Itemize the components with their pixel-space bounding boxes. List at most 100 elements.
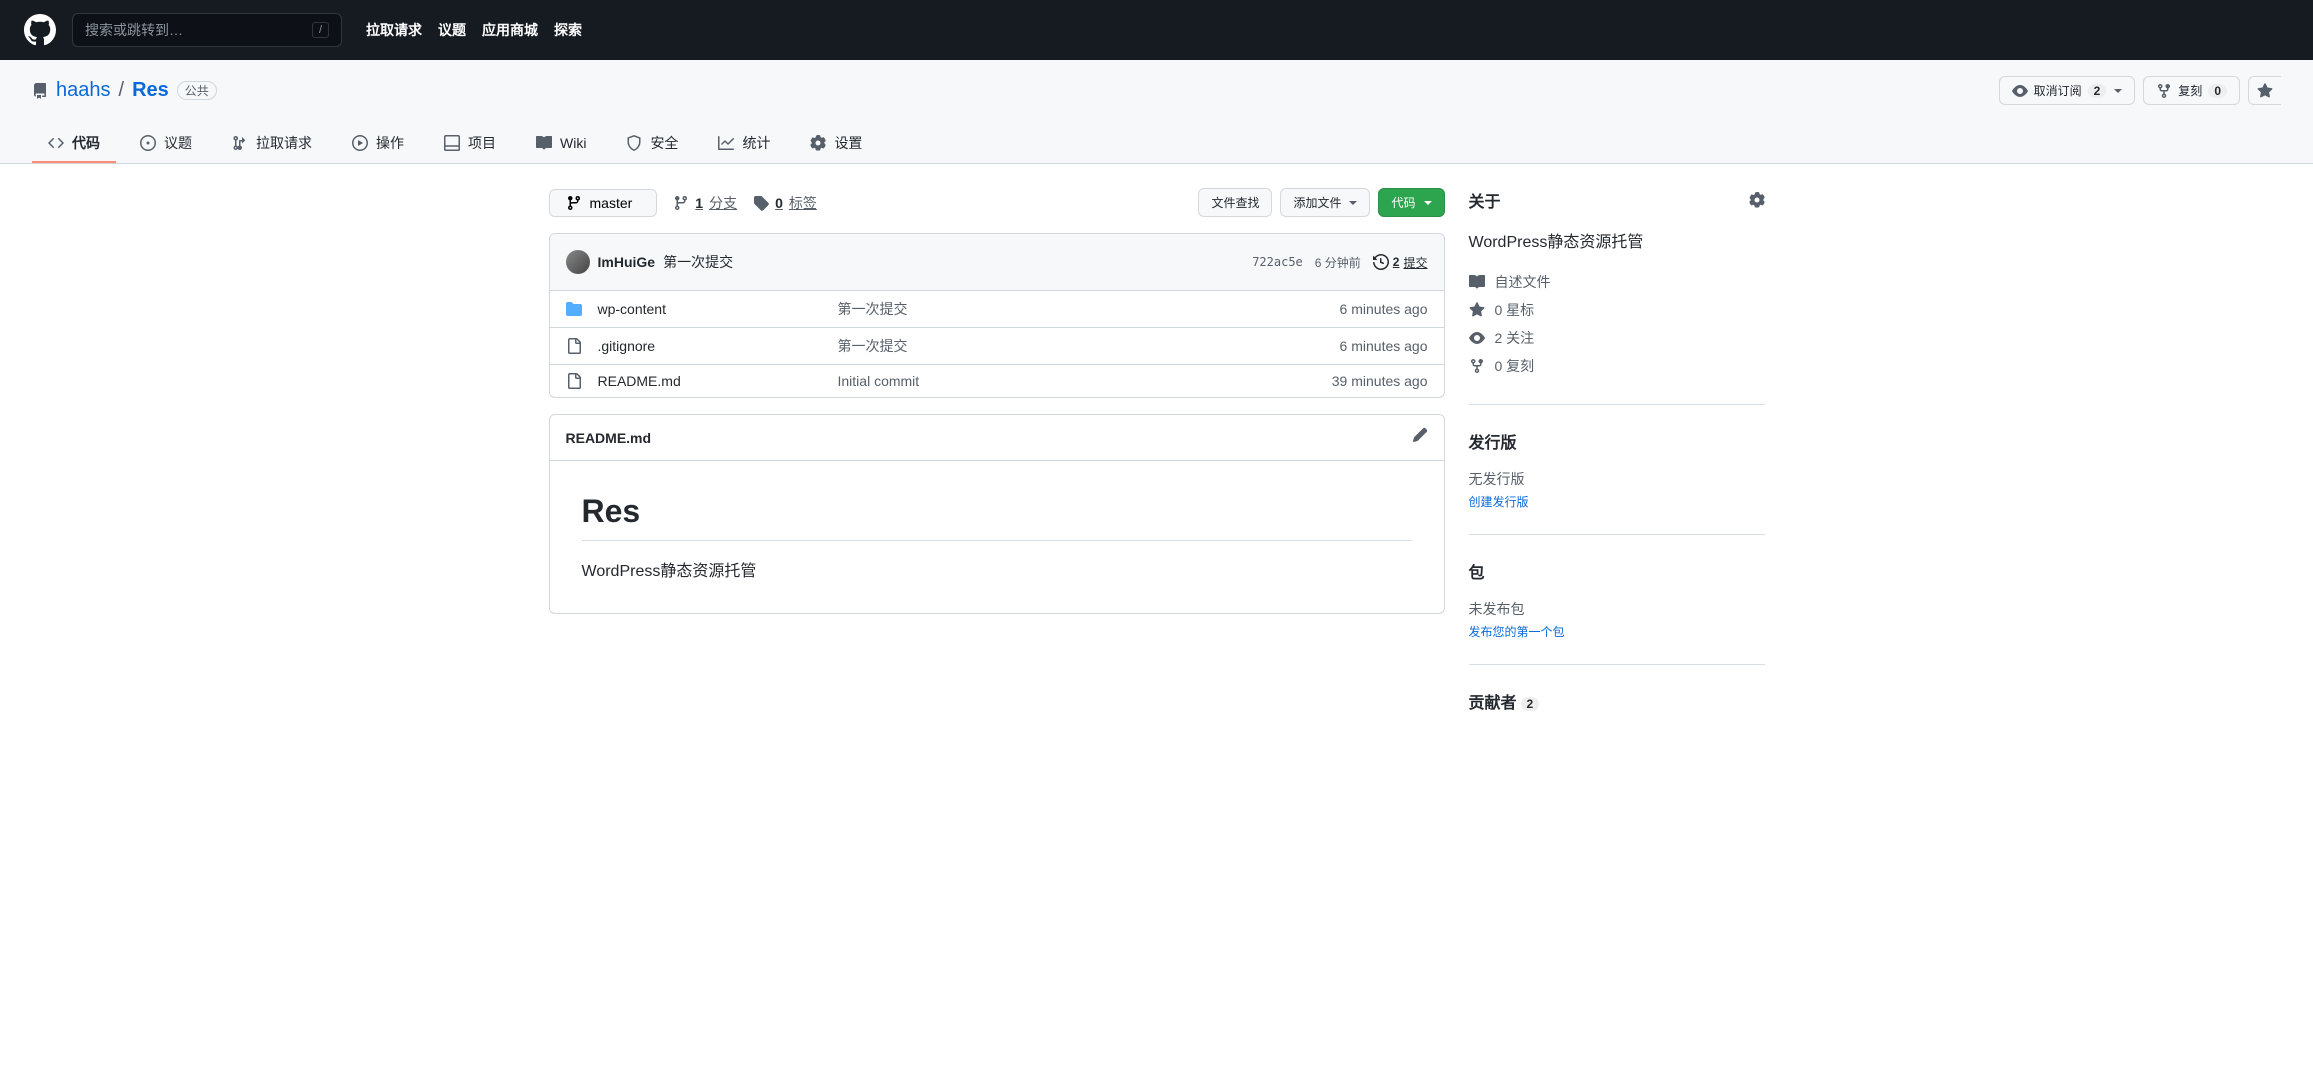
branch-icon (566, 195, 582, 211)
fork-icon (2156, 83, 2172, 99)
packages-empty: 未发布包 (1469, 599, 1765, 619)
branches-link[interactable]: 1 分支 (673, 193, 737, 213)
file-link[interactable]: README.md (598, 373, 681, 389)
fork-button[interactable]: 复刻 0 (2143, 76, 2240, 105)
find-file-button[interactable]: 文件查找 (1198, 188, 1272, 217)
issue-icon (140, 135, 156, 151)
tab-settings[interactable]: 设置 (794, 125, 878, 163)
tab-wiki[interactable]: Wiki (520, 125, 602, 163)
nav-pull-requests[interactable]: 拉取请求 (366, 20, 422, 40)
packages-title: 包 (1469, 559, 1485, 583)
chevron-down-icon (1349, 201, 1357, 205)
table-row: wp-content 第一次提交 6 minutes ago (550, 291, 1444, 328)
create-release-link[interactable]: 创建发行版 (1469, 493, 1765, 510)
file-icon (566, 373, 582, 389)
book-icon (1469, 274, 1485, 290)
watchers-link[interactable]: 2 关注 (1495, 328, 1535, 348)
play-icon (352, 135, 368, 151)
breadcrumb-separator: / (119, 79, 125, 102)
tab-pull-requests[interactable]: 拉取请求 (216, 125, 328, 163)
readme-filename[interactable]: README.md (566, 430, 652, 446)
contributors-count: 2 (1521, 697, 1540, 711)
readme-body-text: WordPress静态资源托管 (582, 557, 1412, 581)
tags-link[interactable]: 0 标签 (753, 193, 817, 213)
releases-empty: 无发行版 (1469, 469, 1765, 489)
readme-panel: README.md Res WordPress静态资源托管 (549, 414, 1445, 614)
about-description: WordPress静态资源托管 (1469, 228, 1765, 252)
edit-readme-button[interactable] (1412, 427, 1428, 448)
tab-code[interactable]: 代码 (32, 125, 116, 163)
tag-icon (753, 195, 769, 211)
about-title: 关于 (1469, 188, 1501, 212)
about-section: 关于 WordPress静态资源托管 自述文件 0 星标 2 关注 0 复刻 (1469, 188, 1765, 405)
avatar[interactable] (566, 250, 590, 274)
eye-icon (1469, 330, 1485, 346)
search-input[interactable]: 搜索或跳转到… / (72, 13, 342, 47)
star-icon (1469, 302, 1485, 318)
file-link[interactable]: wp-content (598, 301, 666, 317)
search-slash-badge: / (312, 22, 329, 38)
repo-name-link[interactable]: Res (132, 79, 169, 102)
repo-header: haahs / Res 公共 取消订阅 2 复刻 0 代码 议题 拉取请求 (0, 60, 2313, 164)
nav-issues[interactable]: 议题 (438, 20, 466, 40)
search-placeholder: 搜索或跳转到… (85, 20, 183, 40)
forks-link[interactable]: 0 复刻 (1495, 356, 1535, 376)
table-row: .gitignore 第一次提交 6 minutes ago (550, 328, 1444, 365)
shield-icon (626, 135, 642, 151)
commit-message[interactable]: 第一次提交 (663, 252, 733, 272)
readme-heading: Res (582, 493, 1412, 541)
pencil-icon (1412, 427, 1428, 443)
readme-link[interactable]: 自述文件 (1495, 272, 1551, 292)
unwatch-button[interactable]: 取消订阅 2 (1999, 76, 2136, 105)
contributors-section: 贡献者2 (1469, 689, 1765, 753)
table-row: README.md Initial commit 39 minutes ago (550, 365, 1444, 397)
tab-security[interactable]: 安全 (610, 125, 694, 163)
file-commit-msg[interactable]: Initial commit (838, 373, 920, 389)
branch-selector[interactable]: master (549, 189, 658, 217)
repo-actions: 取消订阅 2 复刻 0 (1999, 76, 2281, 105)
stars-link[interactable]: 0 星标 (1495, 300, 1535, 320)
eye-icon (2012, 83, 2028, 99)
repo-icon (32, 83, 48, 99)
tab-actions[interactable]: 操作 (336, 125, 420, 163)
table-icon (444, 135, 460, 151)
repo-owner-link[interactable]: haahs (56, 79, 111, 102)
star-button[interactable] (2248, 76, 2281, 105)
pr-icon (232, 135, 248, 151)
fork-icon (1469, 358, 1485, 374)
commit-author[interactable]: ImHuiGe (598, 254, 656, 270)
file-time: 6 minutes ago (1340, 301, 1428, 317)
tab-issues[interactable]: 议题 (124, 125, 208, 163)
nav-marketplace[interactable]: 应用商城 (482, 20, 538, 40)
chevron-down-icon (2114, 89, 2122, 93)
github-logo-icon[interactable] (24, 14, 56, 46)
files-panel: ImHuiGe 第一次提交 722ac5e 6 分钟前 2 提交 wp-cont… (549, 233, 1445, 398)
directory-icon (566, 301, 582, 317)
contributors-title: 贡献者2 (1469, 689, 1540, 713)
star-icon (2257, 83, 2273, 99)
file-time: 39 minutes ago (1332, 373, 1428, 389)
add-file-button[interactable]: 添加文件 (1280, 188, 1370, 217)
code-icon (48, 135, 64, 151)
code-download-button[interactable]: 代码 (1378, 188, 1444, 217)
file-link[interactable]: .gitignore (598, 338, 656, 354)
file-commit-msg[interactable]: 第一次提交 (838, 338, 908, 354)
chevron-down-icon (1424, 201, 1432, 205)
tab-projects[interactable]: 项目 (428, 125, 512, 163)
releases-title: 发行版 (1469, 429, 1517, 453)
book-icon (536, 135, 552, 151)
primary-nav: 拉取请求 议题 应用商城 探索 (366, 20, 582, 40)
commit-time: 6 分钟前 (1315, 254, 1361, 271)
history-icon (1373, 254, 1389, 270)
commits-link[interactable]: 2 提交 (1373, 254, 1428, 271)
file-commit-msg[interactable]: 第一次提交 (838, 301, 908, 317)
publish-package-link[interactable]: 发布您的第一个包 (1469, 623, 1765, 640)
nav-explore[interactable]: 探索 (554, 20, 582, 40)
file-navigation: master 1 分支 0 标签 文件查找 添加文件 代码 (549, 188, 1445, 217)
tab-insights[interactable]: 统计 (702, 125, 786, 163)
releases-section: 发行版 无发行版 创建发行版 (1469, 429, 1765, 535)
graph-icon (718, 135, 734, 151)
packages-section: 包 未发布包 发布您的第一个包 (1469, 559, 1765, 665)
commit-hash[interactable]: 722ac5e (1252, 255, 1303, 269)
gear-icon[interactable] (1749, 192, 1765, 208)
